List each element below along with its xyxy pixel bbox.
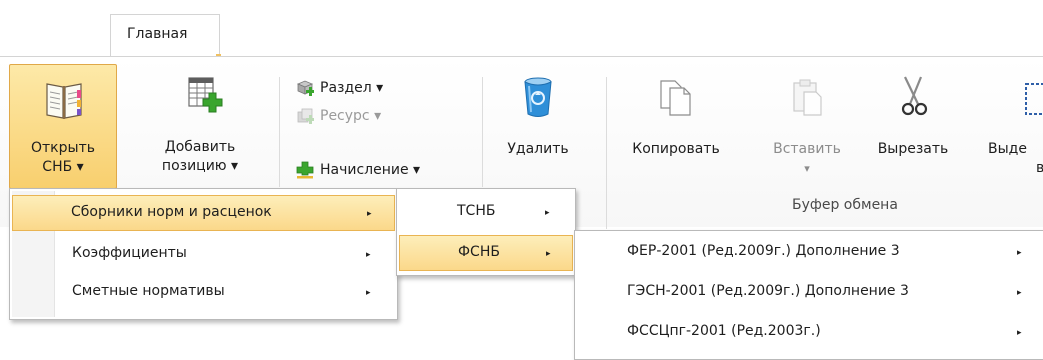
menu-item-coefficients[interactable]: Коэффициенты ▸ — [12, 237, 395, 273]
menu-item-label: ФЕР-2001 (Ред.2009г.) Дополнение 3 — [627, 243, 900, 259]
copy-label: Копировать — [632, 141, 720, 157]
menu-item-fer-2001[interactable]: ФЕР-2001 (Ред.2009г.) Дополнение 3 ▸ — [577, 235, 1043, 271]
add-position-label-1: Добавить — [164, 139, 236, 155]
select-label-2: в — [1036, 160, 1043, 176]
open-snb-button[interactable]: Открыть СНБ ▾ — [9, 64, 117, 189]
submenu-arrow-icon: ▸ — [546, 249, 551, 259]
submenu-arrow-icon: ▸ — [545, 208, 550, 218]
delete-label: Удалить — [507, 141, 569, 157]
menu-item-norm-collections[interactable]: Сборники норм и расценок ▸ — [12, 195, 395, 231]
menu-item-gesn-2001[interactable]: ГЭСН-2001 (Ред.2009г.) Дополнение 3 ▸ — [577, 275, 1043, 311]
paste-button[interactable]: Вставить ▾ — [768, 64, 846, 189]
copy-button[interactable]: Копировать — [620, 64, 732, 189]
tab-home[interactable]: Главная — [110, 14, 221, 59]
separator — [482, 77, 483, 187]
delete-button[interactable]: Удалить — [486, 64, 590, 189]
cut-label: Вырезать — [877, 141, 949, 157]
submenu-arrow-icon: ▸ — [1017, 248, 1022, 258]
charge-icon — [296, 161, 314, 179]
charge-label: Начисление ▾ — [320, 162, 421, 178]
separator — [606, 77, 607, 229]
cut-button[interactable]: Вырезать — [868, 64, 958, 189]
copy-icon — [660, 80, 691, 116]
menu-item-label: ГЭСН-2001 (Ред.2009г.) Дополнение 3 — [627, 283, 909, 299]
scissors-icon — [901, 76, 928, 116]
tab-home-label: Главная — [127, 26, 188, 42]
fsnb-submenu: ФЕР-2001 (Ред.2009г.) Дополнение 3 ▸ ГЭС… — [574, 230, 1043, 360]
menu-item-label: ФССЦпг-2001 (Ред.2003г.) — [627, 323, 821, 339]
norm-collections-submenu: ТСНБ ▸ ФСНБ ▸ — [396, 188, 576, 276]
open-snb-label-1: Открыть — [31, 140, 95, 156]
separator — [279, 77, 280, 187]
recycle-bin-icon — [524, 77, 552, 117]
menu-item-fsscpg-2001[interactable]: ФССЦпг-2001 (Ред.2003г.) ▸ — [577, 315, 1043, 351]
submenu-arrow-icon: ▸ — [1017, 328, 1022, 338]
clipboard-group-label: Буфер обмена — [792, 197, 898, 213]
add-position-button[interactable]: Добавить позицию ▾ — [148, 64, 252, 189]
menu-item-label: ФСНБ — [458, 244, 500, 260]
paste-label-1: Вставить — [773, 141, 841, 157]
menu-item-cost-standards[interactable]: Сметные нормативы ▸ — [12, 275, 395, 311]
add-table-icon — [188, 77, 223, 113]
submenu-arrow-icon: ▸ — [366, 288, 371, 298]
book-icon — [46, 83, 82, 119]
select-icon — [1025, 83, 1043, 115]
submenu-arrow-icon: ▸ — [1017, 288, 1022, 298]
paste-label-2: ▾ — [804, 162, 810, 175]
resource-label: Ресурс ▾ — [320, 108, 382, 124]
resource-icon — [297, 108, 314, 124]
menu-item-fsnb[interactable]: ФСНБ ▸ — [399, 235, 573, 271]
menu-item-tsnb[interactable]: ТСНБ ▸ — [399, 195, 573, 231]
menu-item-label: Сборники норм и расценок — [71, 204, 272, 220]
open-snb-label-2: СНБ ▾ — [42, 159, 84, 175]
add-position-label-2: позицию ▾ — [161, 158, 239, 174]
select-label-1: Выде — [988, 141, 1027, 157]
ribbon-tab-row: Главная — [0, 0, 1043, 59]
submenu-arrow-icon: ▸ — [366, 250, 371, 260]
section-icon — [296, 80, 314, 96]
menu-item-label: ТСНБ — [457, 203, 496, 219]
menu-item-label: Сметные нормативы — [72, 283, 225, 299]
open-snb-menu: Сборники норм и расценок ▸ Коэффициенты … — [9, 188, 398, 320]
submenu-arrow-icon: ▸ — [367, 209, 372, 219]
paste-icon — [793, 79, 822, 116]
select-button[interactable]: Выде в — [986, 64, 1043, 189]
section-label: Раздел ▾ — [320, 80, 384, 96]
menu-item-label: Коэффициенты — [72, 245, 187, 261]
